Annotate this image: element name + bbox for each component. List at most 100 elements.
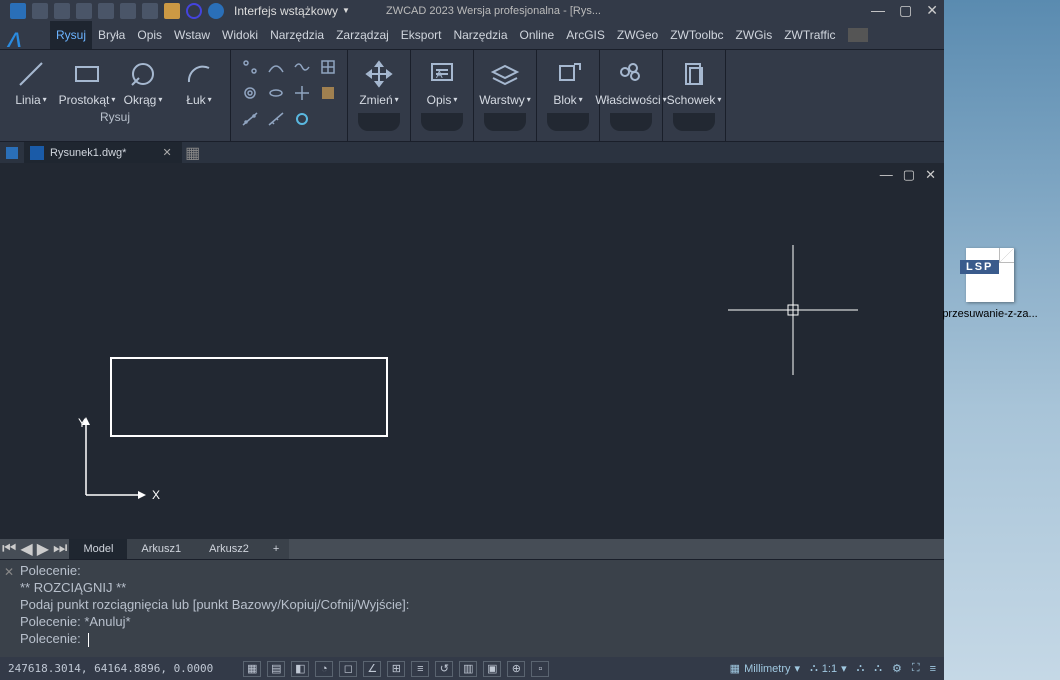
save-icon[interactable] — [54, 3, 70, 19]
tab-zarzadzaj[interactable]: Zarządzaj — [330, 21, 395, 49]
interface-dropdown[interactable]: Interfejs wstążkowy ▼ — [224, 4, 360, 18]
box-toggle-icon[interactable]: ▫ — [531, 661, 549, 677]
units-dropdown[interactable]: ▦ Millimetry ▾ — [730, 662, 800, 675]
open-icon[interactable] — [32, 3, 48, 19]
status-tool1-icon[interactable]: ⛬ — [857, 662, 865, 675]
nav-first-icon[interactable]: ⏮ — [2, 540, 16, 558]
command-history: Polecenie: ** ROZCIĄGNIJ ** Podaj punkt … — [20, 562, 938, 647]
desktop-file-lsp[interactable]: LSP przesuwanie-z-za... — [950, 248, 1030, 320]
layers-button[interactable]: Warstwy▾ — [480, 54, 530, 106]
spline-icon[interactable] — [239, 56, 261, 78]
polar-toggle-icon[interactable]: ◔ — [315, 661, 333, 677]
tab-rysuj[interactable]: Rysuj — [50, 21, 92, 49]
close-command-icon[interactable]: ✕ — [4, 564, 14, 581]
arc-button[interactable]: Łuk▾ — [174, 54, 224, 106]
desktop-file-label: przesuwanie-z-za... — [942, 308, 1037, 320]
properties-button[interactable]: Właściwości▾ — [606, 54, 656, 106]
block-button[interactable]: Blok▾ — [543, 54, 593, 106]
status-bar: 247618.3014, 64164.8896, 0.0000 ▦ ▤ ◧ ◔ … — [0, 657, 944, 680]
status-menu-icon[interactable]: ≡ — [930, 663, 936, 675]
tab-arcgis[interactable]: ArcGIS — [560, 21, 611, 49]
lwt-toggle-icon[interactable]: ≡ — [411, 661, 429, 677]
paper-toggle-icon[interactable]: ▣ — [483, 661, 501, 677]
print-icon[interactable] — [98, 3, 114, 19]
status-tool2-icon[interactable]: ⛬ — [874, 662, 882, 675]
nav-prev-icon[interactable]: ◀ — [20, 539, 32, 559]
viewport-close-icon[interactable]: ✕ — [925, 167, 936, 183]
wave-icon[interactable] — [291, 56, 313, 78]
rectangle-button[interactable]: Prostokąt▾ — [62, 54, 112, 106]
ring-icon[interactable] — [291, 108, 313, 130]
modify-button[interactable]: Zmień▾ — [354, 54, 404, 106]
strip-toggle-icon[interactable]: ▥ — [459, 661, 477, 677]
tab-zwtoolbox[interactable]: ZWToolbc — [664, 21, 729, 49]
sheet-tab-model[interactable]: Model — [69, 539, 127, 559]
donut-icon[interactable] — [239, 82, 261, 104]
tab-bryla[interactable]: Bryła — [92, 21, 131, 49]
close-file-tab-icon[interactable]: ✕ — [162, 146, 171, 159]
maximize-button[interactable]: ▢ — [899, 2, 912, 19]
flag-icon[interactable] — [164, 3, 180, 19]
file-tab[interactable]: Rysunek1.dwg* ✕ — [24, 142, 182, 163]
ribbon-group-block: Blok▾ — [537, 50, 600, 141]
new-file-tab-button[interactable]: ▦ — [182, 142, 204, 163]
line-button[interactable]: Linia▾ — [6, 54, 56, 106]
tab-opis[interactable]: Opis — [131, 21, 168, 49]
tab-online[interactable]: Online — [514, 21, 561, 49]
ortho-toggle-icon[interactable]: ◧ — [291, 661, 309, 677]
status-fullscreen-icon[interactable]: ⛶ — [912, 662, 920, 675]
close-button[interactable]: ✕ — [926, 2, 938, 19]
ribbon-group-clipboard: Schowek▾ — [663, 50, 726, 141]
osnap-toggle-icon[interactable]: ◻ — [339, 661, 357, 677]
drawing-canvas[interactable]: — ▢ ✕ Y X ⏮ ◀ ▶ ⏭ — [0, 163, 944, 559]
divide-icon[interactable] — [239, 108, 261, 130]
measure-icon[interactable] — [265, 108, 287, 130]
dot-icon[interactable] — [317, 108, 339, 130]
plus-toggle-icon[interactable]: ⊕ — [507, 661, 525, 677]
window-title: ZWCAD 2023 Wersja profesjonalna - [Rys..… — [386, 5, 601, 17]
ellipse-icon[interactable] — [265, 82, 287, 104]
command-cursor — [88, 633, 89, 647]
snap-toggle-icon[interactable]: ▤ — [267, 661, 285, 677]
annotation-button[interactable]: A Opis▾ — [417, 54, 467, 106]
dyninput-toggle-icon[interactable]: ⊞ — [387, 661, 405, 677]
window-controls: — ▢ ✕ — [871, 2, 938, 19]
tab-zwtraffic[interactable]: ZWTraffic — [778, 21, 841, 49]
saveas-icon[interactable] — [76, 3, 92, 19]
nav-next-icon[interactable]: ▶ — [37, 539, 49, 559]
sheet-tab-arkusz2[interactable]: Arkusz2 — [195, 539, 263, 559]
cycle-toggle-icon[interactable]: ↺ — [435, 661, 453, 677]
status-settings-icon[interactable]: ⚙ — [892, 662, 902, 675]
tab-zwgis[interactable]: ZWGis — [730, 21, 779, 49]
grid-toggle-icon[interactable]: ▦ — [243, 661, 261, 677]
point-icon[interactable] — [291, 82, 313, 104]
collapse-ribbon-icon[interactable] — [848, 28, 868, 42]
minimize-button[interactable]: — — [871, 2, 885, 19]
otrack-toggle-icon[interactable]: ∠ — [363, 661, 381, 677]
tab-eksport[interactable]: Eksport — [395, 21, 448, 49]
clipboard-button[interactable]: Schowek▾ — [669, 54, 719, 106]
tab-wstaw[interactable]: Wstaw — [168, 21, 216, 49]
redo-icon[interactable] — [142, 3, 158, 19]
polyline-icon[interactable] — [265, 56, 287, 78]
sheet-tab-add[interactable]: + — [263, 539, 289, 559]
scale-dropdown[interactable]: ⛬ 1:1 ▾ — [810, 662, 847, 675]
viewport-minimize-icon[interactable]: — — [880, 167, 893, 183]
nav-last-icon[interactable]: ⏭ — [53, 540, 67, 558]
command-panel[interactable]: ✕ Polecenie: ** ROZCIĄGNIJ ** Podaj punk… — [0, 559, 944, 657]
tab-narzedzia[interactable]: Narzędzia — [264, 21, 330, 49]
app-logo[interactable]: ᴧ — [8, 22, 44, 48]
tab-narzedzia2[interactable]: Narzędzia — [447, 21, 513, 49]
new-icon[interactable] — [10, 3, 26, 19]
region-icon[interactable] — [317, 82, 339, 104]
loop-icon[interactable] — [186, 3, 202, 19]
undo-icon[interactable] — [120, 3, 136, 19]
status-coords: 247618.3014, 64164.8896, 0.0000 — [8, 662, 213, 675]
circle-button[interactable]: Okrąg▾ — [118, 54, 168, 106]
tab-zwgeo[interactable]: ZWGeo — [611, 21, 664, 49]
sheet-tab-arkusz1[interactable]: Arkusz1 — [127, 539, 195, 559]
tab-widoki[interactable]: Widoki — [216, 21, 264, 49]
settings-icon[interactable] — [208, 3, 224, 19]
viewport-maximize-icon[interactable]: ▢ — [903, 167, 915, 183]
hatch-icon[interactable] — [317, 56, 339, 78]
